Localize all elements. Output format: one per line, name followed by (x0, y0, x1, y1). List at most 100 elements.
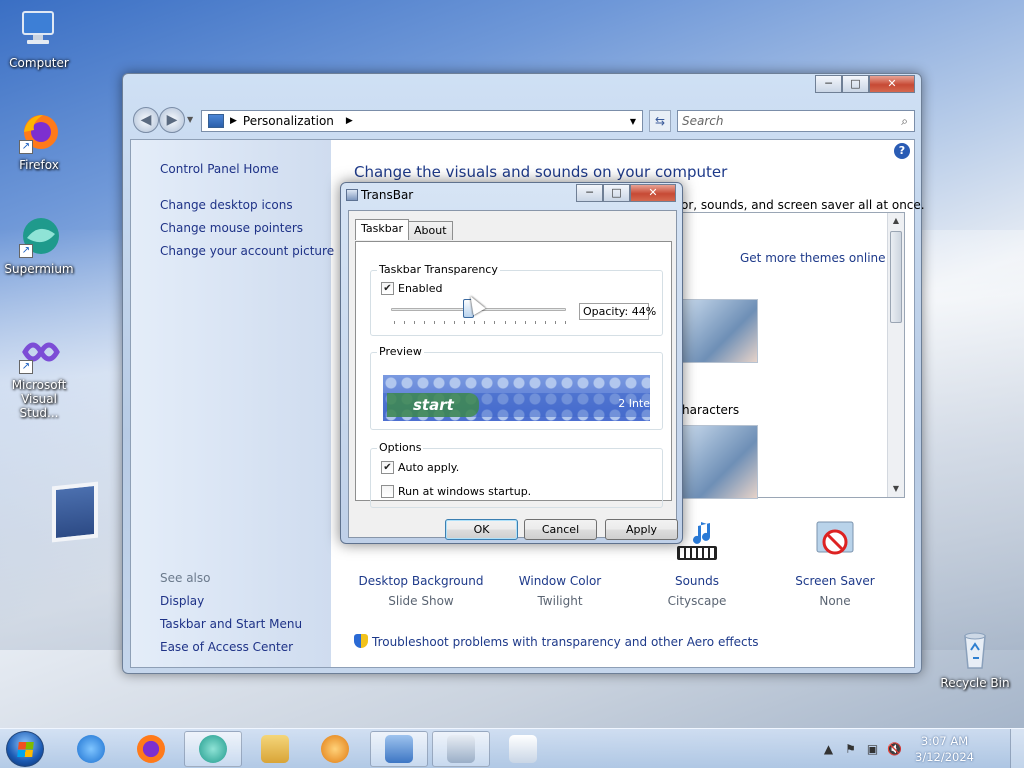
breadcrumb-personalization[interactable]: Personalization (243, 114, 334, 128)
shortcut-arrow-icon: ↗ (19, 244, 33, 258)
scroll-thumb[interactable] (890, 231, 902, 323)
shield-icon (354, 634, 368, 648)
get-more-themes-link[interactable]: Get more themes online (740, 251, 886, 265)
preview-group-title: Preview (377, 345, 424, 358)
enabled-checkbox[interactable]: ✔ Enabled (381, 282, 442, 295)
media-player-icon (321, 735, 349, 763)
troubleshoot-text: Troubleshoot problems with transparency … (372, 635, 759, 649)
dialog-close-button[interactable]: ✕ (630, 184, 676, 202)
back-button[interactable]: ◀ (133, 107, 159, 133)
action-center-flag-icon[interactable]: ⚑ (843, 742, 858, 757)
run-at-startup-checkbox[interactable]: Run at windows startup. (381, 485, 531, 498)
forward-button[interactable]: ▶ (159, 107, 185, 133)
enabled-check-icon: ✔ (381, 282, 394, 295)
taskbar-app-media-player[interactable] (306, 731, 364, 767)
help-icon[interactable]: ? (894, 143, 910, 159)
scroll-down-icon[interactable]: ▼ (888, 481, 904, 497)
taskbar-app-supermium[interactable] (184, 731, 242, 767)
page-title: Change the visuals and sounds on your co… (354, 163, 728, 181)
dialog-tabs: Taskbar About (355, 219, 453, 240)
theme-thumbnail[interactable] (682, 299, 758, 363)
cancel-button[interactable]: Cancel (524, 519, 597, 540)
see-also-heading: See also (160, 571, 211, 585)
tab-taskbar[interactable]: Taskbar (355, 219, 409, 240)
shortcut-arrow-icon: ↗ (19, 360, 33, 374)
dialog-minimize-button[interactable]: ─ (576, 184, 603, 202)
close-button[interactable]: ✕ (869, 75, 915, 93)
taskbar-app-transbar[interactable] (432, 731, 490, 767)
change-desktop-icons-link[interactable]: Change desktop icons (160, 198, 293, 212)
scroll-up-icon[interactable]: ▲ (888, 213, 904, 229)
theme-name: haracters (682, 403, 740, 417)
change-mouse-pointers-link[interactable]: Change mouse pointers (160, 221, 303, 235)
left-pane: Control Panel Home Change desktop icons … (131, 140, 334, 667)
enabled-label: Enabled (398, 282, 443, 295)
dialog-window-controls: ─ □ ✕ (576, 184, 676, 202)
desktop-icon-firefox[interactable]: ↗ Firefox (3, 110, 75, 172)
supermium-icon: ↗ (17, 214, 61, 258)
ease-of-access-link[interactable]: Ease of Access Center (160, 640, 293, 654)
window-controls: ─ □ ✕ (815, 75, 915, 93)
taskbar-app-firefox[interactable] (122, 731, 180, 767)
transbar-app-icon (346, 189, 358, 201)
theme-thumbnail[interactable] (682, 425, 758, 499)
taskbar-app-control-panel[interactable] (370, 731, 428, 767)
breadcrumb-chevron-icon[interactable]: ▶ (346, 116, 353, 126)
theme-list-scrollbar[interactable]: ▲ ▼ (887, 213, 904, 497)
network-icon[interactable]: ▣ (865, 742, 880, 757)
taskbar-start-menu-link[interactable]: Taskbar and Start Menu (160, 617, 302, 631)
control-panel-icon (385, 735, 413, 763)
volume-muted-icon[interactable]: 🔇 (887, 742, 902, 757)
desktop-icon-computer[interactable]: Computer (3, 8, 75, 70)
apply-button[interactable]: Apply (605, 519, 678, 540)
search-input[interactable]: Search ⌕ (677, 110, 915, 132)
wallpaper-window (52, 481, 98, 543)
run-at-startup-label: Run at windows startup. (398, 485, 532, 498)
desktop-icon-label: Supermium (4, 262, 74, 276)
minimize-button[interactable]: ─ (815, 75, 842, 93)
taskbar: ▲ ⚑ ▣ 🔇 3:07 AM 3/12/2024 (0, 728, 1024, 768)
maximize-button[interactable]: □ (842, 75, 869, 93)
desktop-icon-supermium[interactable]: ↗ Supermium (3, 214, 75, 276)
sounds-value: Cityscape (667, 594, 727, 608)
clock-date: 3/12/2024 (915, 750, 974, 764)
firefox-icon (137, 735, 165, 763)
preview-start-button: start (387, 393, 479, 417)
screen-saver-item[interactable]: Screen Saver None (765, 518, 905, 608)
recent-pages-dropdown-icon[interactable]: ▼ (187, 115, 193, 124)
address-bar[interactable]: ▶ Personalization ▶ ▼ (201, 110, 643, 132)
address-dropdown-icon[interactable]: ▼ (630, 117, 636, 126)
system-tray: ▲ ⚑ ▣ 🔇 (821, 729, 902, 768)
windows-logo-icon (17, 742, 34, 757)
refresh-button[interactable]: ⇆ (649, 110, 671, 132)
desktop-background-link[interactable]: Desktop Background (351, 574, 491, 588)
taskbar-app-notepad[interactable] (494, 731, 552, 767)
taskbar-app-file-explorer[interactable] (246, 731, 304, 767)
control-panel-home-link[interactable]: Control Panel Home (160, 162, 279, 176)
display-link[interactable]: Display (160, 594, 204, 608)
sounds-link[interactable]: Sounds (627, 574, 767, 588)
preview-group: Preview start 2 Inte (370, 345, 663, 430)
visual-studio-icon: ↗ (17, 330, 61, 374)
ok-button[interactable]: OK (445, 519, 518, 540)
taskbar-app-internet-explorer[interactable] (62, 731, 120, 767)
tab-about[interactable]: About (408, 221, 453, 240)
desktop-icon-recycle-bin[interactable]: Recycle Bin (939, 628, 1011, 690)
computer-icon (17, 8, 61, 52)
dialog-maximize-button[interactable]: □ (603, 184, 630, 202)
screen-saver-link[interactable]: Screen Saver (765, 574, 905, 588)
auto-apply-checkbox[interactable]: ✔ Auto apply. (381, 461, 459, 474)
breadcrumb-chevron-icon[interactable]: ▶ (230, 116, 237, 126)
desktop-icon-label: Firefox (19, 158, 59, 172)
show-desktop-button[interactable] (1010, 729, 1024, 768)
search-icon[interactable]: ⌕ (901, 111, 908, 131)
window-color-link[interactable]: Window Color (490, 574, 630, 588)
start-button[interactable] (6, 731, 44, 767)
folder-icon (261, 735, 289, 763)
show-hidden-icons-icon[interactable]: ▲ (821, 742, 836, 757)
change-account-picture-link[interactable]: Change your account picture (160, 244, 334, 258)
troubleshoot-link[interactable]: Troubleshoot problems with transparency … (354, 634, 759, 649)
run-at-startup-check-box (381, 485, 394, 498)
clock[interactable]: 3:07 AM 3/12/2024 (915, 733, 974, 765)
desktop-icon-visual-studio[interactable]: ↗ Microsoft Visual Stud... (3, 330, 75, 420)
